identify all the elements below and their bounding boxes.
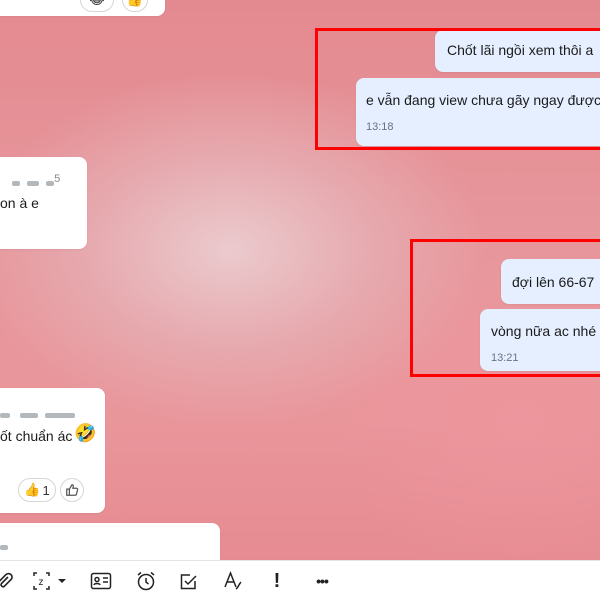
reaction-haha[interactable]: 😂 <box>80 0 114 12</box>
important-icon[interactable]: ! <box>265 569 289 593</box>
zoom-capture-icon[interactable]: z <box>31 569 71 593</box>
sender-name: 5 <box>12 173 60 190</box>
compose-toolbar: z ! ••• <box>0 560 600 601</box>
text-format-icon[interactable] <box>221 569 245 593</box>
more-icon[interactable]: ••• <box>308 569 336 593</box>
sender-name <box>0 406 75 422</box>
reaction-like-count[interactable]: 👍 1 <box>18 478 56 502</box>
message-text: on à e <box>0 195 39 211</box>
attach-icon[interactable] <box>0 569 16 593</box>
highlight-box <box>315 28 600 150</box>
incoming-message[interactable]: ốt chuẩn ác 🤣 👍 1 <box>0 388 105 513</box>
contact-card-icon[interactable] <box>89 569 113 593</box>
add-reaction-button[interactable] <box>60 478 84 502</box>
laughing-emoji-icon: 🤣 <box>74 423 97 443</box>
incoming-message[interactable]: 5 on à e <box>0 157 87 249</box>
blurred-text <box>0 545 8 550</box>
reaction-like[interactable]: 👍 <box>122 0 148 12</box>
alarm-icon[interactable] <box>134 569 158 593</box>
thumbs-up-emoji-icon: 👍 <box>24 482 41 497</box>
svg-text:z: z <box>39 577 44 588</box>
task-check-icon[interactable] <box>177 569 201 593</box>
highlight-box <box>410 239 600 377</box>
message-text: ốt chuẩn ác <box>0 428 73 444</box>
thumbs-up-outline-icon <box>66 484 79 496</box>
incoming-message-partial-top[interactable]: 😂 👍 <box>0 0 165 16</box>
